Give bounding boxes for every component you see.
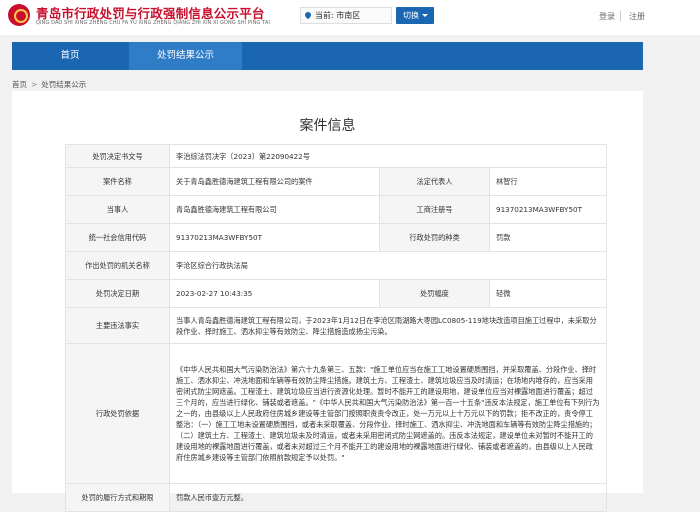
label-penalty-type: 行政处罚的种类 bbox=[379, 223, 490, 252]
value-legal-rep: 林智行 bbox=[489, 167, 607, 196]
label-case-name: 案件名称 bbox=[65, 167, 170, 196]
label-business-reg-no: 工商注册号 bbox=[379, 195, 490, 224]
breadcrumb-home[interactable]: 首页 bbox=[12, 80, 27, 89]
emblem-logo bbox=[8, 4, 30, 26]
case-info-table: 处罚决定书文号 李治综法罚决字〔2023〕第22090422号 案件名称 关于青… bbox=[65, 144, 607, 512]
label-credit-code: 统一社会信用代码 bbox=[65, 223, 170, 252]
top-header: 青岛市行政处罚与行政强制信息公示平台 QING DAO SHI XING ZHE… bbox=[0, 0, 700, 35]
label-penalty-range: 处罚幅度 bbox=[379, 279, 490, 308]
location-pin-icon bbox=[303, 10, 313, 20]
value-penalty-range: 轻微 bbox=[489, 279, 607, 308]
switch-label: 切换 bbox=[403, 11, 419, 20]
label-violation-facts: 主要违法事实 bbox=[65, 307, 170, 344]
header-divider bbox=[620, 11, 621, 21]
label-authority: 作出处罚的机关名称 bbox=[65, 251, 170, 280]
value-penalty-type: 罚款 bbox=[489, 223, 607, 252]
label-basis: 行政处罚依据 bbox=[65, 343, 170, 484]
value-basis: 《中华人民共和国大气污染防治法》第六十九条第三、五款："施工单位应当在施工工地设… bbox=[169, 343, 607, 484]
case-panel: 案件信息 处罚决定书文号 李治综法罚决字〔2023〕第22090422号 案件名… bbox=[12, 91, 643, 512]
breadcrumb-separator: > bbox=[31, 80, 38, 89]
label-decision-date: 处罚决定日期 bbox=[65, 279, 170, 308]
case-section-title: 案件信息 bbox=[299, 118, 356, 134]
value-decision-date: 2023-02-27 10:43:35 bbox=[169, 279, 380, 308]
value-authority: 李沧区综合行政执法局 bbox=[169, 251, 607, 280]
breadcrumb-current[interactable]: 处罚结果公示 bbox=[41, 80, 86, 89]
value-violation-facts: 当事人青岛鑫胜德海建筑工程有限公司，于2023年1月12日在李沧区雨湖路大枣园L… bbox=[169, 307, 607, 344]
value-performance: 罚款人民币壹万元整。 bbox=[169, 483, 607, 512]
nav-penalty-results[interactable]: 处罚结果公示 bbox=[129, 42, 242, 70]
site-subtitle: QING DAO SHI XING ZHENG CHU FA YU XING Z… bbox=[36, 20, 270, 26]
value-business-reg-no: 91370213MA3WFBY50T bbox=[489, 195, 607, 224]
location-selector[interactable]: 当前: 市南区 bbox=[300, 7, 392, 24]
breadcrumb: 首页 > 处罚结果公示 bbox=[12, 79, 86, 90]
main-nav: 首页 处罚结果公示 bbox=[12, 42, 643, 70]
value-case-name: 关于青岛鑫胜德海建筑工程有限公司的案件 bbox=[169, 167, 380, 196]
login-link[interactable]: 登录 bbox=[599, 11, 615, 22]
switch-location-button[interactable]: 切换 bbox=[396, 7, 434, 24]
nav-home[interactable]: 首页 bbox=[34, 42, 106, 70]
chevron-down-icon bbox=[422, 14, 428, 17]
value-party: 青岛鑫胜德海建筑工程有限公司 bbox=[169, 195, 380, 224]
label-decision-no: 处罚决定书文号 bbox=[65, 144, 170, 168]
register-link[interactable]: 注册 bbox=[629, 11, 645, 22]
value-decision-no: 李治综法罚决字〔2023〕第22090422号 bbox=[169, 144, 607, 168]
location-label: 当前: 市南区 bbox=[315, 11, 361, 20]
value-credit-code: 91370213MA3WFBY50T bbox=[169, 223, 380, 252]
label-legal-rep: 法定代表人 bbox=[379, 167, 490, 196]
label-party: 当事人 bbox=[65, 195, 170, 224]
label-performance: 处罚的履行方式和期限 bbox=[65, 483, 170, 512]
